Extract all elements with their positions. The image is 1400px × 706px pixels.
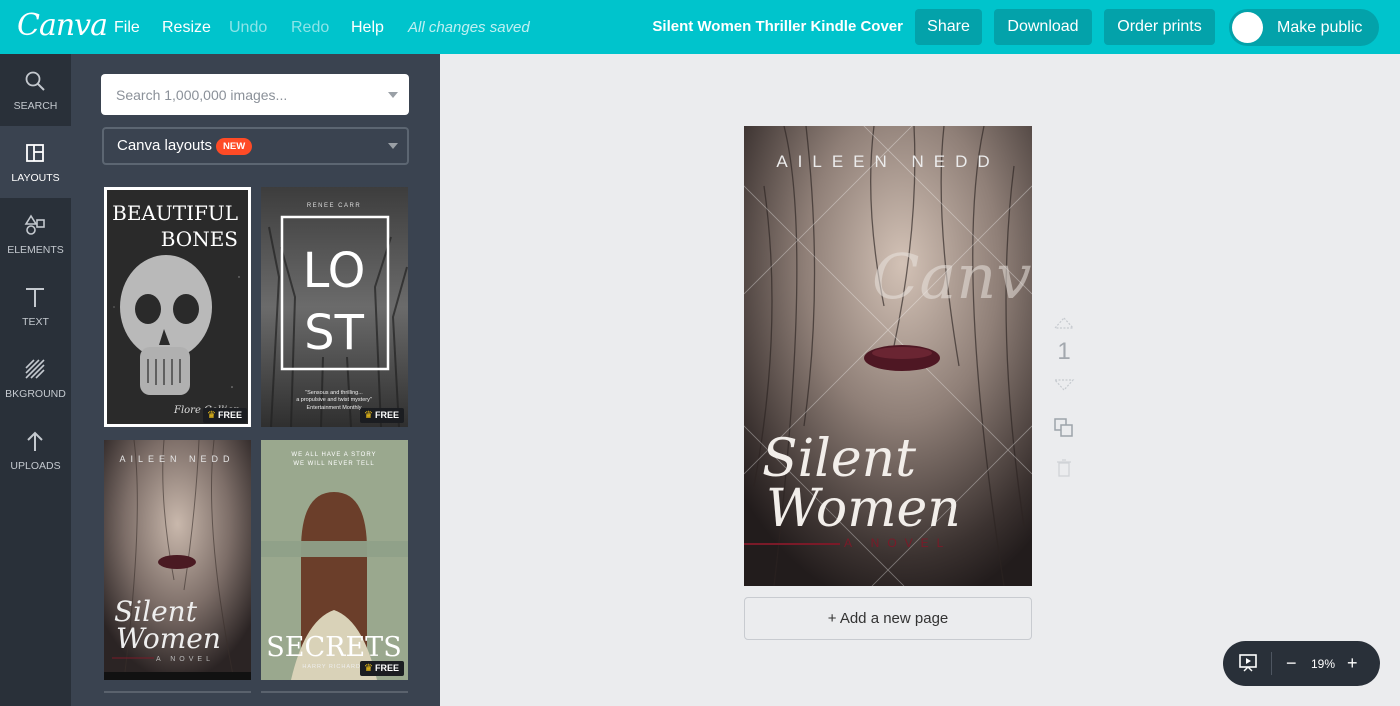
rail-label: SEARCH bbox=[13, 100, 58, 112]
rail-label: LAYOUTS bbox=[11, 172, 60, 184]
cover-subtitle[interactable]: A NOVEL bbox=[844, 536, 951, 550]
thumbnail-row-edge bbox=[104, 691, 251, 693]
crown-icon: ♛ bbox=[364, 410, 373, 421]
image-search-input[interactable] bbox=[101, 74, 409, 115]
rail-label: BKGROUND bbox=[5, 388, 66, 400]
duplicate-page-icon[interactable] bbox=[1053, 417, 1075, 439]
zoom-controls: − 19% + bbox=[1223, 641, 1380, 686]
thumb-text: LO bbox=[303, 243, 366, 299]
rail-label: ELEMENTS bbox=[7, 244, 64, 256]
add-page-button[interactable]: + Add a new page bbox=[744, 597, 1032, 640]
menu-redo[interactable]: Redo bbox=[291, 0, 329, 54]
thumb-text: WE ALL HAVE A STORY bbox=[291, 452, 376, 458]
free-badge: ♛ FREE bbox=[360, 408, 404, 423]
delete-page-icon[interactable] bbox=[1053, 457, 1075, 479]
menu-resize[interactable]: Resize bbox=[162, 0, 211, 54]
free-badge: ♛ FREE bbox=[203, 408, 247, 423]
menu-help[interactable]: Help bbox=[351, 0, 384, 54]
rail-uploads[interactable]: UPLOADS bbox=[0, 414, 71, 486]
layout-thumbnail-secrets[interactable]: WE ALL HAVE A STORY WE WILL NEVER TELL S… bbox=[261, 440, 408, 680]
background-icon bbox=[25, 359, 45, 379]
make-public-label: Make public bbox=[1277, 19, 1363, 36]
search-icon bbox=[25, 71, 45, 91]
cover-artwork: AILEEN NEDD Canva Silent Women A NOVEL bbox=[744, 126, 1032, 586]
text-icon bbox=[26, 288, 44, 307]
search-dropdown-chevron-icon[interactable] bbox=[388, 92, 398, 98]
thumb-text: a propulsive and twist mystery" bbox=[296, 397, 372, 403]
thumb-text: RENEE CARR bbox=[307, 203, 361, 209]
thumb-text: HARRY RICHARDS bbox=[302, 664, 365, 670]
layout-thumbnail-silent-women[interactable]: AILEEN NEDD Silent Women A NOVEL bbox=[104, 440, 251, 680]
share-button[interactable]: Share bbox=[915, 9, 982, 45]
download-button[interactable]: Download bbox=[994, 9, 1092, 45]
rail-background[interactable]: BKGROUND bbox=[0, 342, 71, 414]
cover-title-line2[interactable]: Women bbox=[766, 479, 961, 539]
present-icon[interactable] bbox=[1238, 653, 1258, 673]
crown-icon: ♛ bbox=[364, 663, 373, 674]
thumb-text: Women bbox=[116, 622, 221, 655]
zoom-out-button[interactable]: − bbox=[1286, 641, 1297, 686]
thumb-text: AILEEN NEDD bbox=[119, 454, 234, 464]
crown-icon: ♛ bbox=[207, 410, 216, 421]
new-badge: NEW bbox=[216, 138, 253, 155]
zoom-level[interactable]: 19% bbox=[1307, 641, 1339, 687]
free-badge: ♛ FREE bbox=[360, 661, 404, 676]
thumb-text: SECRETS bbox=[266, 632, 401, 663]
thumb-text: ST bbox=[304, 305, 364, 361]
rail-label: TEXT bbox=[22, 316, 49, 328]
rail-text[interactable]: TEXT bbox=[0, 270, 71, 342]
layout-thumbnail-lost[interactable]: RENEE CARR LO ST "Sensous and thrilling.… bbox=[261, 187, 408, 427]
design-page[interactable]: AILEEN NEDD Canva Silent Women A NOVEL bbox=[744, 126, 1032, 586]
layout-thumbnail-beautiful-bones[interactable]: BEAUTIFUL BONES Flore Collier ♛FREE bbox=[104, 187, 251, 427]
thumb-text: BONES bbox=[161, 227, 238, 251]
thumbnail-art: AILEEN NEDD Silent Women A NOVEL bbox=[104, 440, 251, 680]
order-prints-button[interactable]: Order prints bbox=[1104, 9, 1215, 45]
page-number: 1 bbox=[1057, 338, 1071, 365]
document-title[interactable]: Silent Women Thriller Kindle Cover bbox=[652, 0, 903, 54]
canva-watermark: Canva bbox=[872, 240, 1032, 313]
layout-select-value: Canva layouts bbox=[117, 137, 213, 154]
menu-file[interactable]: File bbox=[114, 0, 140, 54]
rail-elements[interactable]: ELEMENTS bbox=[0, 198, 71, 270]
thumb-text: BEAUTIFUL bbox=[112, 201, 238, 225]
cover-author[interactable]: AILEEN NEDD bbox=[776, 152, 999, 171]
canva-logo[interactable]: Canva bbox=[17, 8, 108, 43]
layouts-icon bbox=[26, 144, 44, 162]
layout-source-select[interactable]: Canva layouts NEW bbox=[102, 127, 409, 165]
upload-icon bbox=[27, 431, 43, 451]
thumb-text: WE WILL NEVER TELL bbox=[293, 461, 374, 467]
thumbnail-art: WE ALL HAVE A STORY WE WILL NEVER TELL S… bbox=[261, 440, 408, 680]
rail-search[interactable]: SEARCH bbox=[0, 54, 71, 126]
thumb-text: "Sensous and thrilling... bbox=[305, 390, 363, 396]
move-page-down-icon[interactable] bbox=[1053, 378, 1075, 392]
zoom-divider bbox=[1271, 652, 1272, 675]
thumbnail-row-edge bbox=[261, 691, 408, 693]
layouts-panel: Canva layouts NEW BEAUTIFUL BONES Flore … bbox=[71, 54, 440, 706]
thumb-text: Entertainment Monthly bbox=[306, 405, 361, 411]
toggle-knob bbox=[1232, 12, 1263, 43]
save-status: All changes saved bbox=[408, 19, 530, 36]
make-public-toggle[interactable]: Make public bbox=[1229, 9, 1379, 46]
thumb-text: A NOVEL bbox=[156, 656, 214, 663]
move-page-up-icon[interactable] bbox=[1053, 316, 1075, 330]
tool-rail: SEARCH LAYOUTS ELEMENTS TEXT BKGROUND UP… bbox=[0, 54, 71, 706]
chevron-down-icon bbox=[388, 143, 398, 149]
elements-icon bbox=[24, 214, 45, 235]
thumbnail-art: RENEE CARR LO ST "Sensous and thrilling.… bbox=[261, 187, 408, 427]
menu-undo[interactable]: Undo bbox=[229, 0, 267, 54]
top-bar: Canva File Resize Undo Redo Help All cha… bbox=[0, 0, 1400, 54]
zoom-in-button[interactable]: + bbox=[1347, 641, 1358, 686]
rail-layouts[interactable]: LAYOUTS bbox=[0, 126, 71, 198]
thumbnail-art: BEAUTIFUL BONES Flore Collier bbox=[104, 187, 251, 427]
rail-label: UPLOADS bbox=[10, 460, 61, 472]
